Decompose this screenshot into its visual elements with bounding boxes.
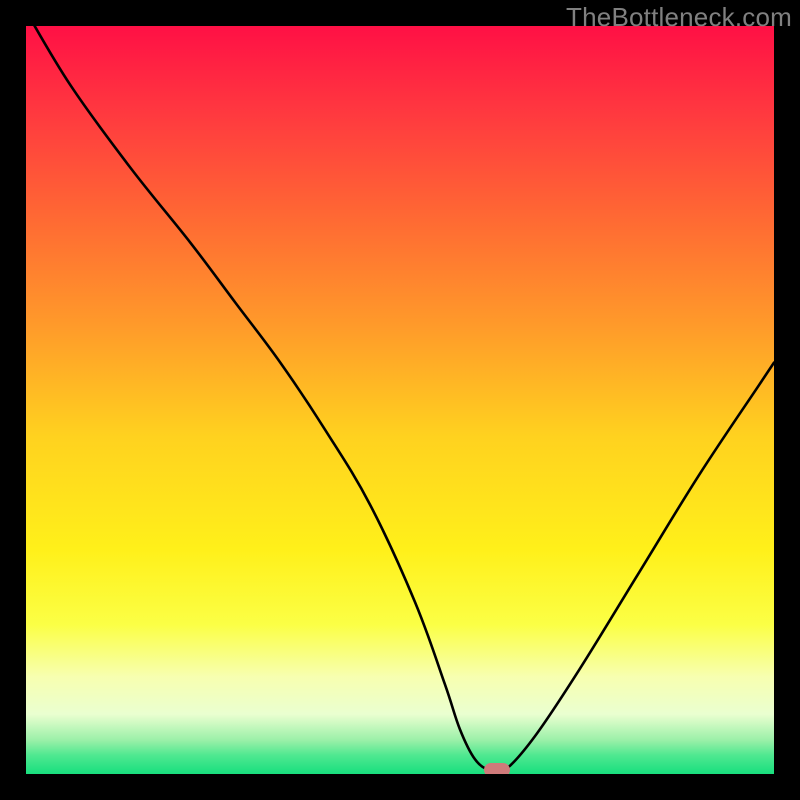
plot-area [26, 26, 774, 774]
chart-frame: TheBottleneck.com [0, 0, 800, 800]
watermark-text: TheBottleneck.com [566, 2, 792, 33]
minimum-marker [484, 763, 510, 774]
bottleneck-curve [26, 26, 774, 774]
